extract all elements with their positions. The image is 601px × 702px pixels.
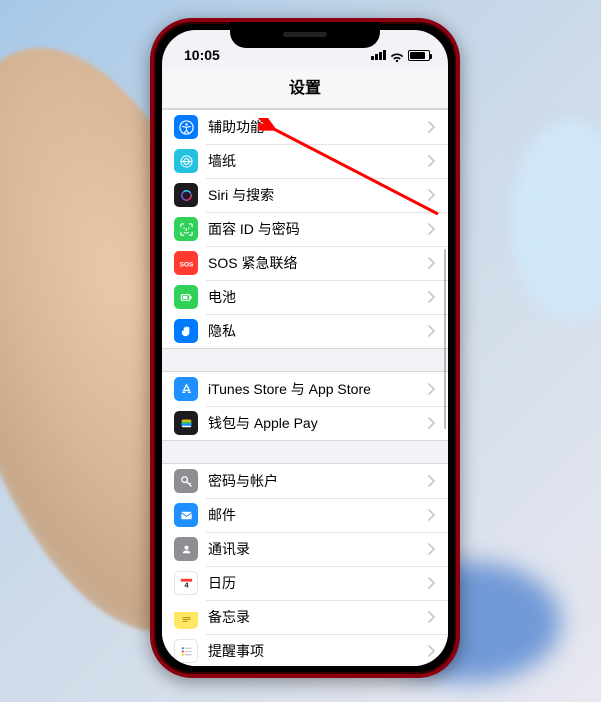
svg-text:4: 4 <box>184 580 189 589</box>
chevron-right-icon <box>428 509 436 521</box>
chevron-right-icon <box>428 189 436 201</box>
key-icon <box>174 469 198 493</box>
chevron-right-icon <box>428 383 436 395</box>
battery-icon <box>174 285 198 309</box>
row-contacts[interactable]: 通讯录 <box>162 532 448 566</box>
row-passwords[interactable]: 密码与帐户 <box>162 464 448 498</box>
calendar-icon: 4 <box>174 571 198 595</box>
mail-icon <box>174 503 198 527</box>
row-label: 密码与帐户 <box>208 471 428 491</box>
cellular-icon <box>371 50 386 60</box>
chevron-right-icon <box>428 611 436 623</box>
chevron-right-icon <box>428 223 436 235</box>
settings-group: 密码与帐户 邮件 通讯录 <box>162 463 448 666</box>
row-label: 通讯录 <box>208 539 428 559</box>
row-wallet[interactable]: 钱包与 Apple Pay <box>162 406 448 440</box>
row-label: Siri 与搜索 <box>208 185 428 205</box>
row-label: 提醒事项 <box>208 641 428 661</box>
settings-group: 辅助功能 墙纸 Siri 与搜索 <box>162 109 448 349</box>
row-label: 面容 ID 与密码 <box>208 219 428 239</box>
scroll-indicator <box>444 249 446 429</box>
sos-icon: SOS <box>174 251 198 275</box>
row-reminders[interactable]: 提醒事项 <box>162 634 448 666</box>
row-faceid[interactable]: 面容 ID 与密码 <box>162 212 448 246</box>
row-mail[interactable]: 邮件 <box>162 498 448 532</box>
chevron-right-icon <box>428 325 436 337</box>
row-label: 日历 <box>208 573 428 593</box>
row-siri[interactable]: Siri 与搜索 <box>162 178 448 212</box>
contacts-icon <box>174 537 198 561</box>
row-privacy[interactable]: 隐私 <box>162 314 448 348</box>
chevron-right-icon <box>428 475 436 487</box>
row-notes[interactable]: 备忘录 <box>162 600 448 634</box>
phone-screen: 10:05 设置 辅助功能 <box>162 30 448 666</box>
status-time: 10:05 <box>180 47 240 63</box>
photo-blob <box>511 120 601 320</box>
chevron-right-icon <box>428 121 436 133</box>
phone-notch <box>230 22 380 48</box>
row-wallpaper[interactable]: 墙纸 <box>162 144 448 178</box>
faceid-icon <box>174 217 198 241</box>
chevron-right-icon <box>428 577 436 589</box>
reminders-icon <box>174 639 198 663</box>
row-label: SOS 紧急联络 <box>208 253 428 273</box>
appstore-icon <box>174 377 198 401</box>
row-label: 隐私 <box>208 321 428 341</box>
battery-icon <box>408 50 430 61</box>
chevron-right-icon <box>428 257 436 269</box>
chevron-right-icon <box>428 155 436 167</box>
settings-list[interactable]: 辅助功能 墙纸 Siri 与搜索 <box>162 109 448 666</box>
wallet-icon <box>174 411 198 435</box>
row-calendar[interactable]: 4 日历 <box>162 566 448 600</box>
row-label: 钱包与 Apple Pay <box>208 413 428 433</box>
row-sos[interactable]: SOS SOS 紧急联络 <box>162 246 448 280</box>
row-accessibility[interactable]: 辅助功能 <box>162 110 448 144</box>
wifi-icon <box>390 50 404 60</box>
phone-frame: 10:05 设置 辅助功能 <box>150 18 460 678</box>
hand-icon <box>174 319 198 343</box>
chevron-right-icon <box>428 645 436 657</box>
settings-group: iTunes Store 与 App Store 钱包与 Apple Pay <box>162 371 448 441</box>
notes-icon <box>174 605 198 629</box>
row-label: 备忘录 <box>208 607 428 627</box>
accessibility-icon <box>174 115 198 139</box>
row-label: 电池 <box>208 287 428 307</box>
chevron-right-icon <box>428 291 436 303</box>
row-label: iTunes Store 与 App Store <box>208 379 428 399</box>
chevron-right-icon <box>428 417 436 429</box>
siri-icon <box>174 183 198 207</box>
row-label: 辅助功能 <box>208 117 428 137</box>
page-title: 设置 <box>162 70 448 109</box>
svg-text:SOS: SOS <box>179 261 193 268</box>
wallpaper-icon <box>174 149 198 173</box>
row-label: 邮件 <box>208 505 428 525</box>
status-indicators <box>350 50 430 61</box>
row-battery[interactable]: 电池 <box>162 280 448 314</box>
row-label: 墙纸 <box>208 151 428 171</box>
row-itunes[interactable]: iTunes Store 与 App Store <box>162 372 448 406</box>
chevron-right-icon <box>428 543 436 555</box>
